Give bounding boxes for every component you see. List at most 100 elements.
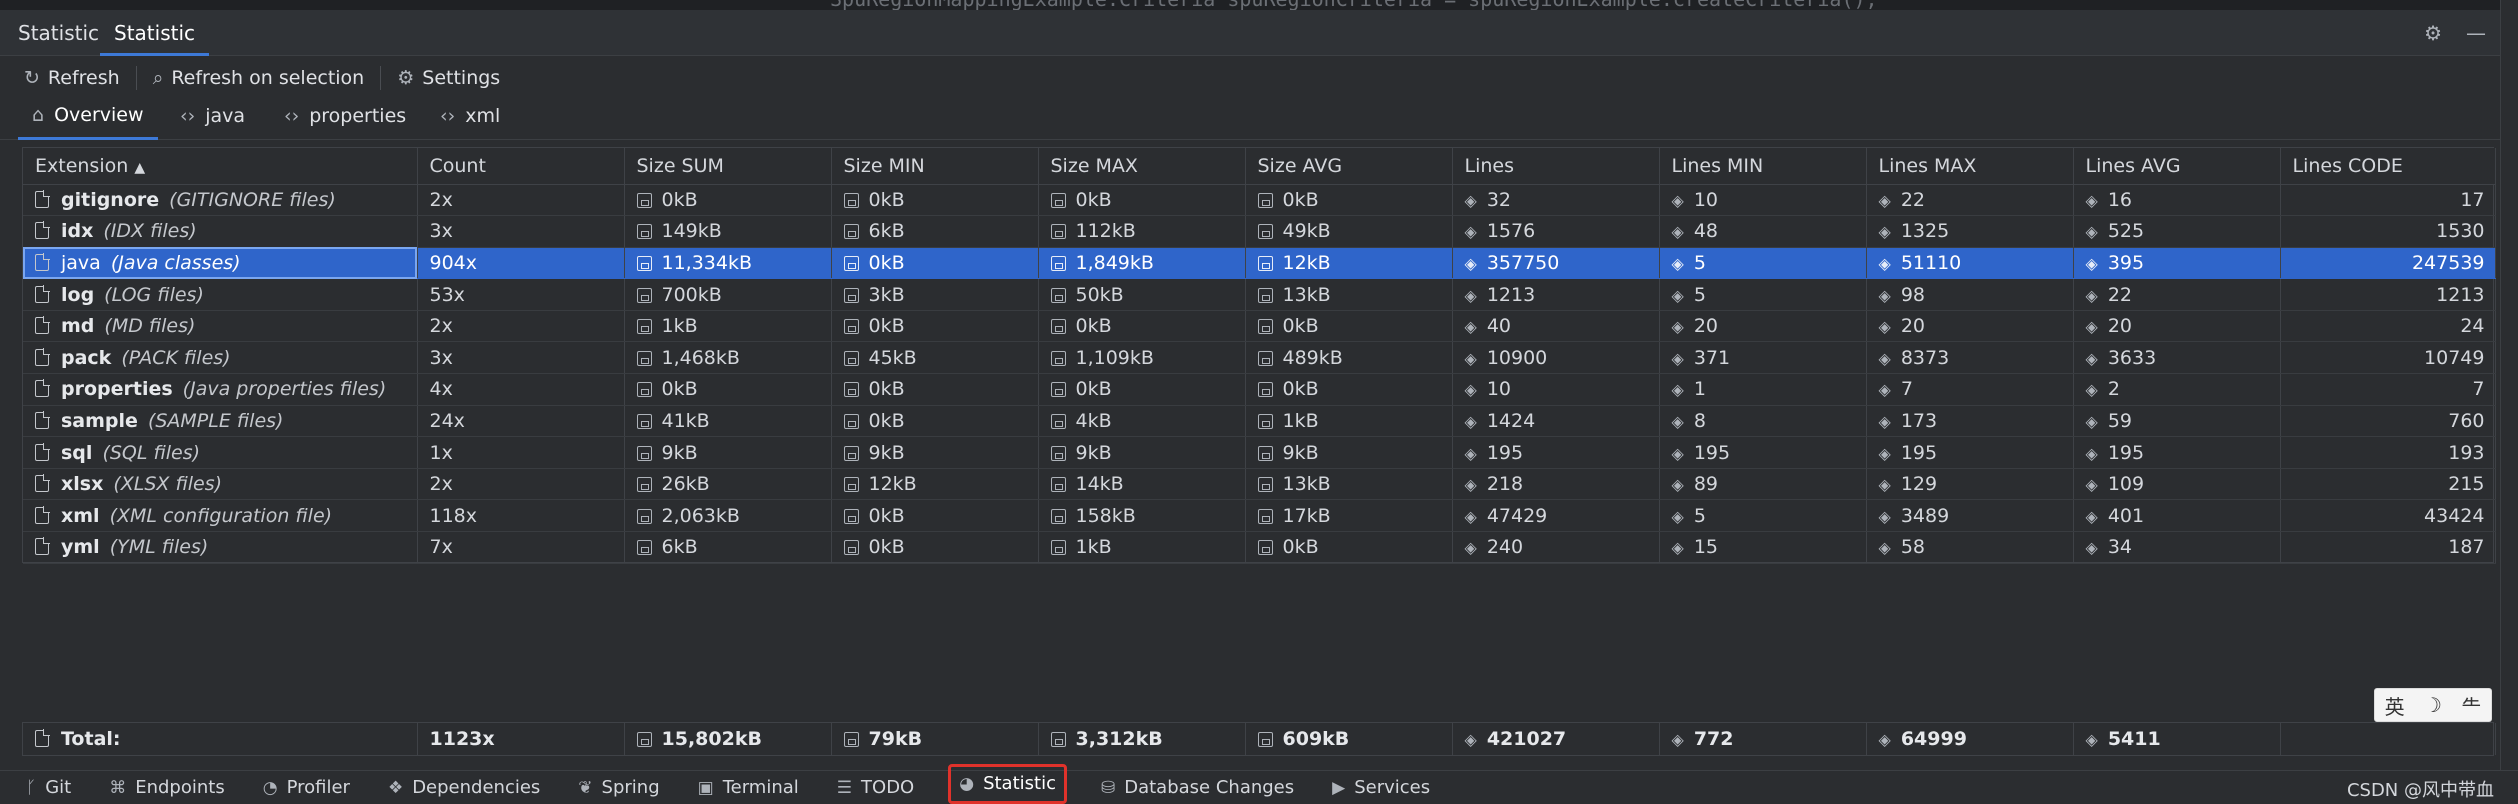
bottom-tab-todo[interactable]: ☰ TODO bbox=[833, 771, 918, 804]
tab-java-label: java bbox=[205, 105, 246, 127]
total-size-sum: 15,802kB bbox=[624, 723, 832, 755]
code-brackets-icon: ‹› bbox=[180, 105, 196, 127]
minimize-icon[interactable]: — bbox=[2466, 21, 2486, 45]
column-header-lines-min[interactable]: Lines MIN bbox=[1659, 148, 1867, 185]
lines-min-cell: ◈ 5 bbox=[1659, 499, 1867, 533]
layers-icon: ◈ bbox=[1671, 348, 1684, 368]
size-avg-cell: 13kB bbox=[1245, 278, 1453, 311]
table-row[interactable]: log (LOG files) 53x 700kB 3kB 50kB 13kB ◈ 1213 ◈ 5… bbox=[23, 278, 2496, 311]
bottom-tab-git[interactable]: ᚴ Git bbox=[22, 771, 75, 804]
table-row[interactable]: gitignore (GITIGNORE files) 2x 0kB 0kB 0kB 0kB… bbox=[23, 184, 2496, 217]
table-row[interactable]: sample (SAMPLE files) 24x 41kB 0kB 4kB 1kB ◈ 142… bbox=[23, 405, 2496, 438]
bottom-tab-dependencies[interactable]: ❖ Dependencies bbox=[384, 771, 544, 804]
size-avg-cell: 0kB bbox=[1245, 310, 1453, 343]
refresh-on-selection-button[interactable]: ⌕ Refresh on selection bbox=[147, 60, 371, 96]
table-row[interactable]: yml (YML files) 7x 6kB 0kB 1kB 0kB ◈ 240 ◈ 15 ◈ 58 ◈ 3… bbox=[23, 531, 2496, 564]
size-min-cell: 0kB bbox=[831, 184, 1039, 217]
column-header-count[interactable]: Count bbox=[417, 148, 625, 185]
size-max-cell: 1kB bbox=[1038, 531, 1246, 564]
size-min-cell: 0kB bbox=[831, 531, 1039, 564]
size-avg-cell: 0kB bbox=[1245, 373, 1453, 406]
count-cell: 7x bbox=[417, 531, 625, 564]
bottom-tab-profiler[interactable]: ◔ Profiler bbox=[259, 771, 354, 804]
layers-icon: ◈ bbox=[1671, 730, 1684, 749]
layers-icon: ◈ bbox=[2085, 348, 2098, 368]
total-lines-max: ◈ 64999 bbox=[1866, 723, 2074, 755]
disk-icon bbox=[1050, 382, 1066, 398]
table-row[interactable]: java (Java classes) 904x 11,334kB 0kB 1,849kB… bbox=[23, 247, 2496, 280]
disk-icon bbox=[1257, 540, 1273, 556]
extension-cell: gitignore (GITIGNORE files) bbox=[23, 184, 418, 217]
file-icon bbox=[35, 252, 50, 271]
table-row[interactable]: sql (SQL files) 1x 9kB 9kB 9kB 9kB ◈ 195 ◈ 195 ◈ 195… bbox=[23, 436, 2496, 469]
layers-icon: ◈ bbox=[1878, 730, 1891, 749]
disk-icon bbox=[1257, 287, 1273, 303]
bottom-tab-statistic[interactable]: ◕ Statistic bbox=[948, 763, 1067, 804]
disk-icon bbox=[843, 319, 859, 335]
size-min-cell: 0kB bbox=[831, 373, 1039, 406]
file-icon bbox=[35, 442, 50, 461]
column-header-lines[interactable]: Lines bbox=[1452, 148, 1660, 185]
bottom-tab-terminal[interactable]: ▣ Terminal bbox=[694, 771, 803, 804]
bottom-tab-database-changes[interactable]: ⛁ Database Changes bbox=[1097, 771, 1298, 804]
tab-xml[interactable]: ‹› xml bbox=[426, 92, 514, 140]
layers-icon: ◈ bbox=[1671, 411, 1684, 431]
bottom-tab-label: Endpoints bbox=[135, 777, 225, 798]
disk-icon bbox=[843, 508, 859, 524]
table-row[interactable]: md (MD files) 2x 1kB 0kB 0kB 0kB ◈ 40 ◈ 20 ◈ 20 ◈ 20 24 bbox=[23, 310, 2496, 343]
disk-icon bbox=[843, 287, 859, 303]
moon-icon: ☽ bbox=[2424, 693, 2442, 717]
gear-icon[interactable]: ⚙ bbox=[2424, 21, 2442, 45]
size-sum-cell: 1,468kB bbox=[624, 341, 832, 375]
table-row[interactable]: idx (IDX files) 3x 149kB 6kB 112kB 49kB ◈ 1576 ◈ 4… bbox=[23, 215, 2496, 248]
settings-label: Settings bbox=[422, 67, 501, 89]
column-header-lines-code[interactable]: Lines CODE bbox=[2280, 148, 2496, 185]
settings-button[interactable]: ⚙ Settings bbox=[391, 60, 506, 96]
column-header-size-avg[interactable]: Size AVG bbox=[1245, 148, 1453, 185]
column-header-size-min[interactable]: Size MIN bbox=[831, 148, 1039, 185]
table-row[interactable]: xml (XML configuration file) 118x 2,063kB 0k… bbox=[23, 499, 2496, 533]
git-branch-icon: ᚴ bbox=[26, 777, 37, 798]
lines-avg-cell: ◈ 401 bbox=[2073, 499, 2281, 533]
watermark: CSDN @风中带血 bbox=[2346, 780, 2494, 801]
size-max-cell: 4kB bbox=[1038, 405, 1246, 438]
size-max-cell: 14kB bbox=[1038, 468, 1246, 501]
lines-min-cell: ◈ 5 bbox=[1659, 278, 1867, 311]
extension-description: (XML configuration file) bbox=[109, 504, 333, 527]
tab-properties[interactable]: ‹› properties bbox=[270, 92, 420, 140]
tab-overview[interactable]: ⌂ Overview bbox=[18, 92, 158, 140]
size-avg-cell: 49kB bbox=[1245, 215, 1453, 248]
disk-icon bbox=[1050, 255, 1066, 271]
tab-java[interactable]: ‹› java bbox=[166, 92, 259, 140]
lines-code-cell: 7 bbox=[2280, 373, 2496, 406]
column-header-lines-avg[interactable]: Lines AVG bbox=[2073, 148, 2281, 185]
table-row[interactable]: xlsx (XLSX files) 2x 26kB 12kB 14kB 13kB ◈ 218 ◈ 8… bbox=[23, 468, 2496, 501]
column-header-size-max[interactable]: Size MAX bbox=[1038, 148, 1246, 185]
lines-cell: ◈ 357750 bbox=[1452, 247, 1660, 280]
disk-icon bbox=[1050, 508, 1066, 524]
extension-name: xlsx bbox=[61, 473, 104, 496]
disk-icon bbox=[636, 192, 652, 208]
code-brackets-icon: ‹› bbox=[284, 105, 300, 127]
bottom-tab-endpoints[interactable]: ⌘ Endpoints bbox=[105, 771, 229, 804]
total-lines-min: ◈ 772 bbox=[1659, 723, 1867, 755]
file-icon bbox=[35, 410, 50, 429]
column-header-extension[interactable]: Extension ▲ bbox=[23, 148, 418, 185]
column-header-lines-max[interactable]: Lines MAX bbox=[1866, 148, 2074, 185]
tab-statistic[interactable]: Statistic bbox=[100, 10, 210, 56]
layers-icon: ◈ bbox=[1464, 475, 1477, 495]
disk-icon bbox=[636, 540, 652, 556]
layers-icon: ◈ bbox=[1878, 475, 1891, 495]
spring-leaf-icon: ❦ bbox=[578, 777, 593, 798]
file-icon bbox=[35, 189, 50, 208]
layers-icon: ◈ bbox=[1671, 380, 1684, 400]
table-row[interactable]: properties (Java properties files) 4x 0kB 0k… bbox=[23, 373, 2496, 406]
database-icon: ⛁ bbox=[1100, 777, 1116, 798]
bottom-tab-services[interactable]: ▶ Services bbox=[1328, 771, 1434, 804]
lines-cell: ◈ 195 bbox=[1452, 436, 1660, 469]
bottom-tab-spring[interactable]: ❦ Spring bbox=[574, 771, 663, 804]
table-row[interactable]: pack (PACK files) 3x 1,468kB 45kB 1,109kB 489k… bbox=[23, 341, 2496, 375]
lines-code-cell: 43424 bbox=[2280, 499, 2496, 533]
column-header-size-sum[interactable]: Size SUM bbox=[624, 148, 832, 185]
ime-indicator[interactable]: 英 ☽ ⺧ bbox=[2374, 688, 2492, 722]
